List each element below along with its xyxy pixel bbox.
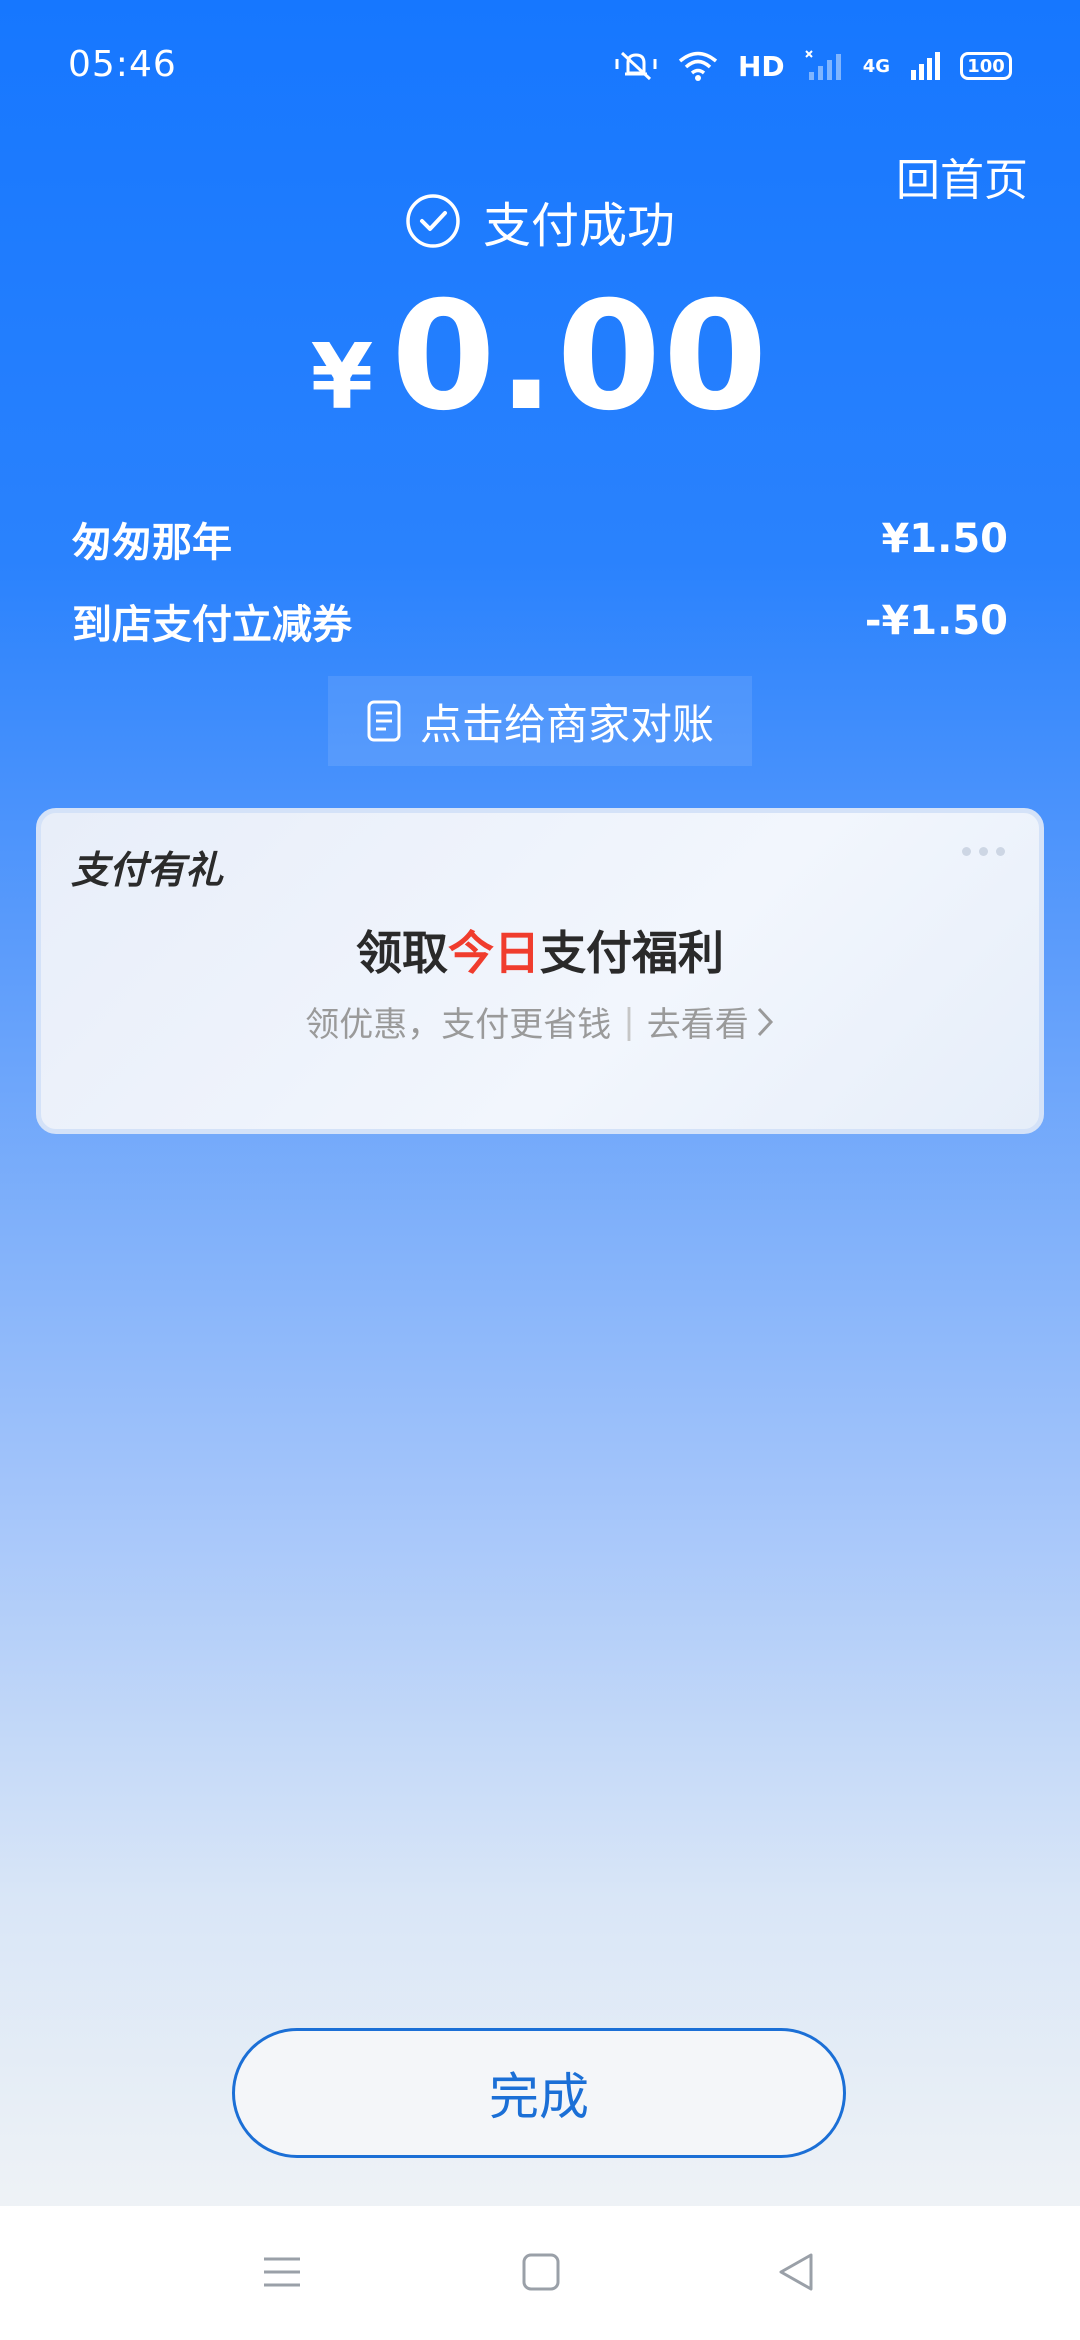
menu-icon[interactable] xyxy=(262,2252,302,2292)
line-item-value: -¥1.50 xyxy=(864,598,1008,644)
promo-subtext: 领优惠，支付更省钱 | 去看看 xyxy=(41,997,1039,1046)
payment-status: 支付成功 xyxy=(0,186,1080,256)
check-circle-icon xyxy=(406,194,460,248)
more-icon[interactable] xyxy=(962,847,1005,856)
navigation-bar xyxy=(0,2206,1080,2340)
line-item: 匆匆那年 ¥1.50 xyxy=(72,498,1008,580)
currency-symbol: ¥ xyxy=(310,325,374,430)
headline-post: 支付福利 xyxy=(540,926,724,980)
status-label: 支付成功 xyxy=(482,198,675,254)
amount-value: 0.00 xyxy=(391,270,770,444)
line-item: 到店支付立减券 -¥1.50 xyxy=(72,580,1008,662)
promo-link[interactable]: 去看看 xyxy=(647,997,749,1046)
back-icon[interactable] xyxy=(776,2252,816,2292)
mobile-label: 4G xyxy=(862,55,890,77)
status-time: 05:46 xyxy=(68,44,177,85)
signal-icon xyxy=(804,50,841,80)
paid-amount: ¥ 0.00 xyxy=(0,270,1080,444)
line-item-value: ¥1.50 xyxy=(881,516,1008,562)
network-label: HD xyxy=(738,49,785,83)
chevron-right-icon xyxy=(757,1007,773,1036)
battery-icon: 100 xyxy=(960,52,1012,80)
line-items: 匆匆那年 ¥1.50 到店支付立减券 -¥1.50 xyxy=(72,498,1008,662)
status-bar: 05:46 HD 4G 100 xyxy=(0,0,1080,130)
status-icons: HD 4G 100 xyxy=(614,46,1012,86)
signal-strong-icon xyxy=(911,52,940,80)
promo-headline: 领取今日支付福利 xyxy=(41,917,1039,983)
promo-card[interactable]: 支付有礼 领取今日支付福利 领优惠，支付更省钱 | 去看看 xyxy=(36,808,1044,1134)
battery-level: 100 xyxy=(967,55,1005,77)
wifi-icon xyxy=(678,51,718,81)
headline-highlight: 今日 xyxy=(448,926,540,980)
home-icon[interactable] xyxy=(521,2252,561,2292)
mute-icon xyxy=(615,51,657,81)
reconcile-label: 点击给商家对账 xyxy=(419,699,714,749)
receipt-icon xyxy=(367,700,401,742)
line-item-label: 到店支付立减券 xyxy=(72,602,352,648)
headline-pre: 领取 xyxy=(356,926,448,980)
separator: | xyxy=(623,1001,635,1042)
line-item-label: 匆匆那年 xyxy=(72,520,232,566)
promo-card-title: 支付有礼 xyxy=(71,848,224,892)
promo-sub-text: 领优惠，支付更省钱 xyxy=(305,1005,612,1045)
done-button[interactable]: 完成 xyxy=(232,2028,846,2158)
reconcile-button[interactable]: 点击给商家对账 xyxy=(328,676,752,766)
